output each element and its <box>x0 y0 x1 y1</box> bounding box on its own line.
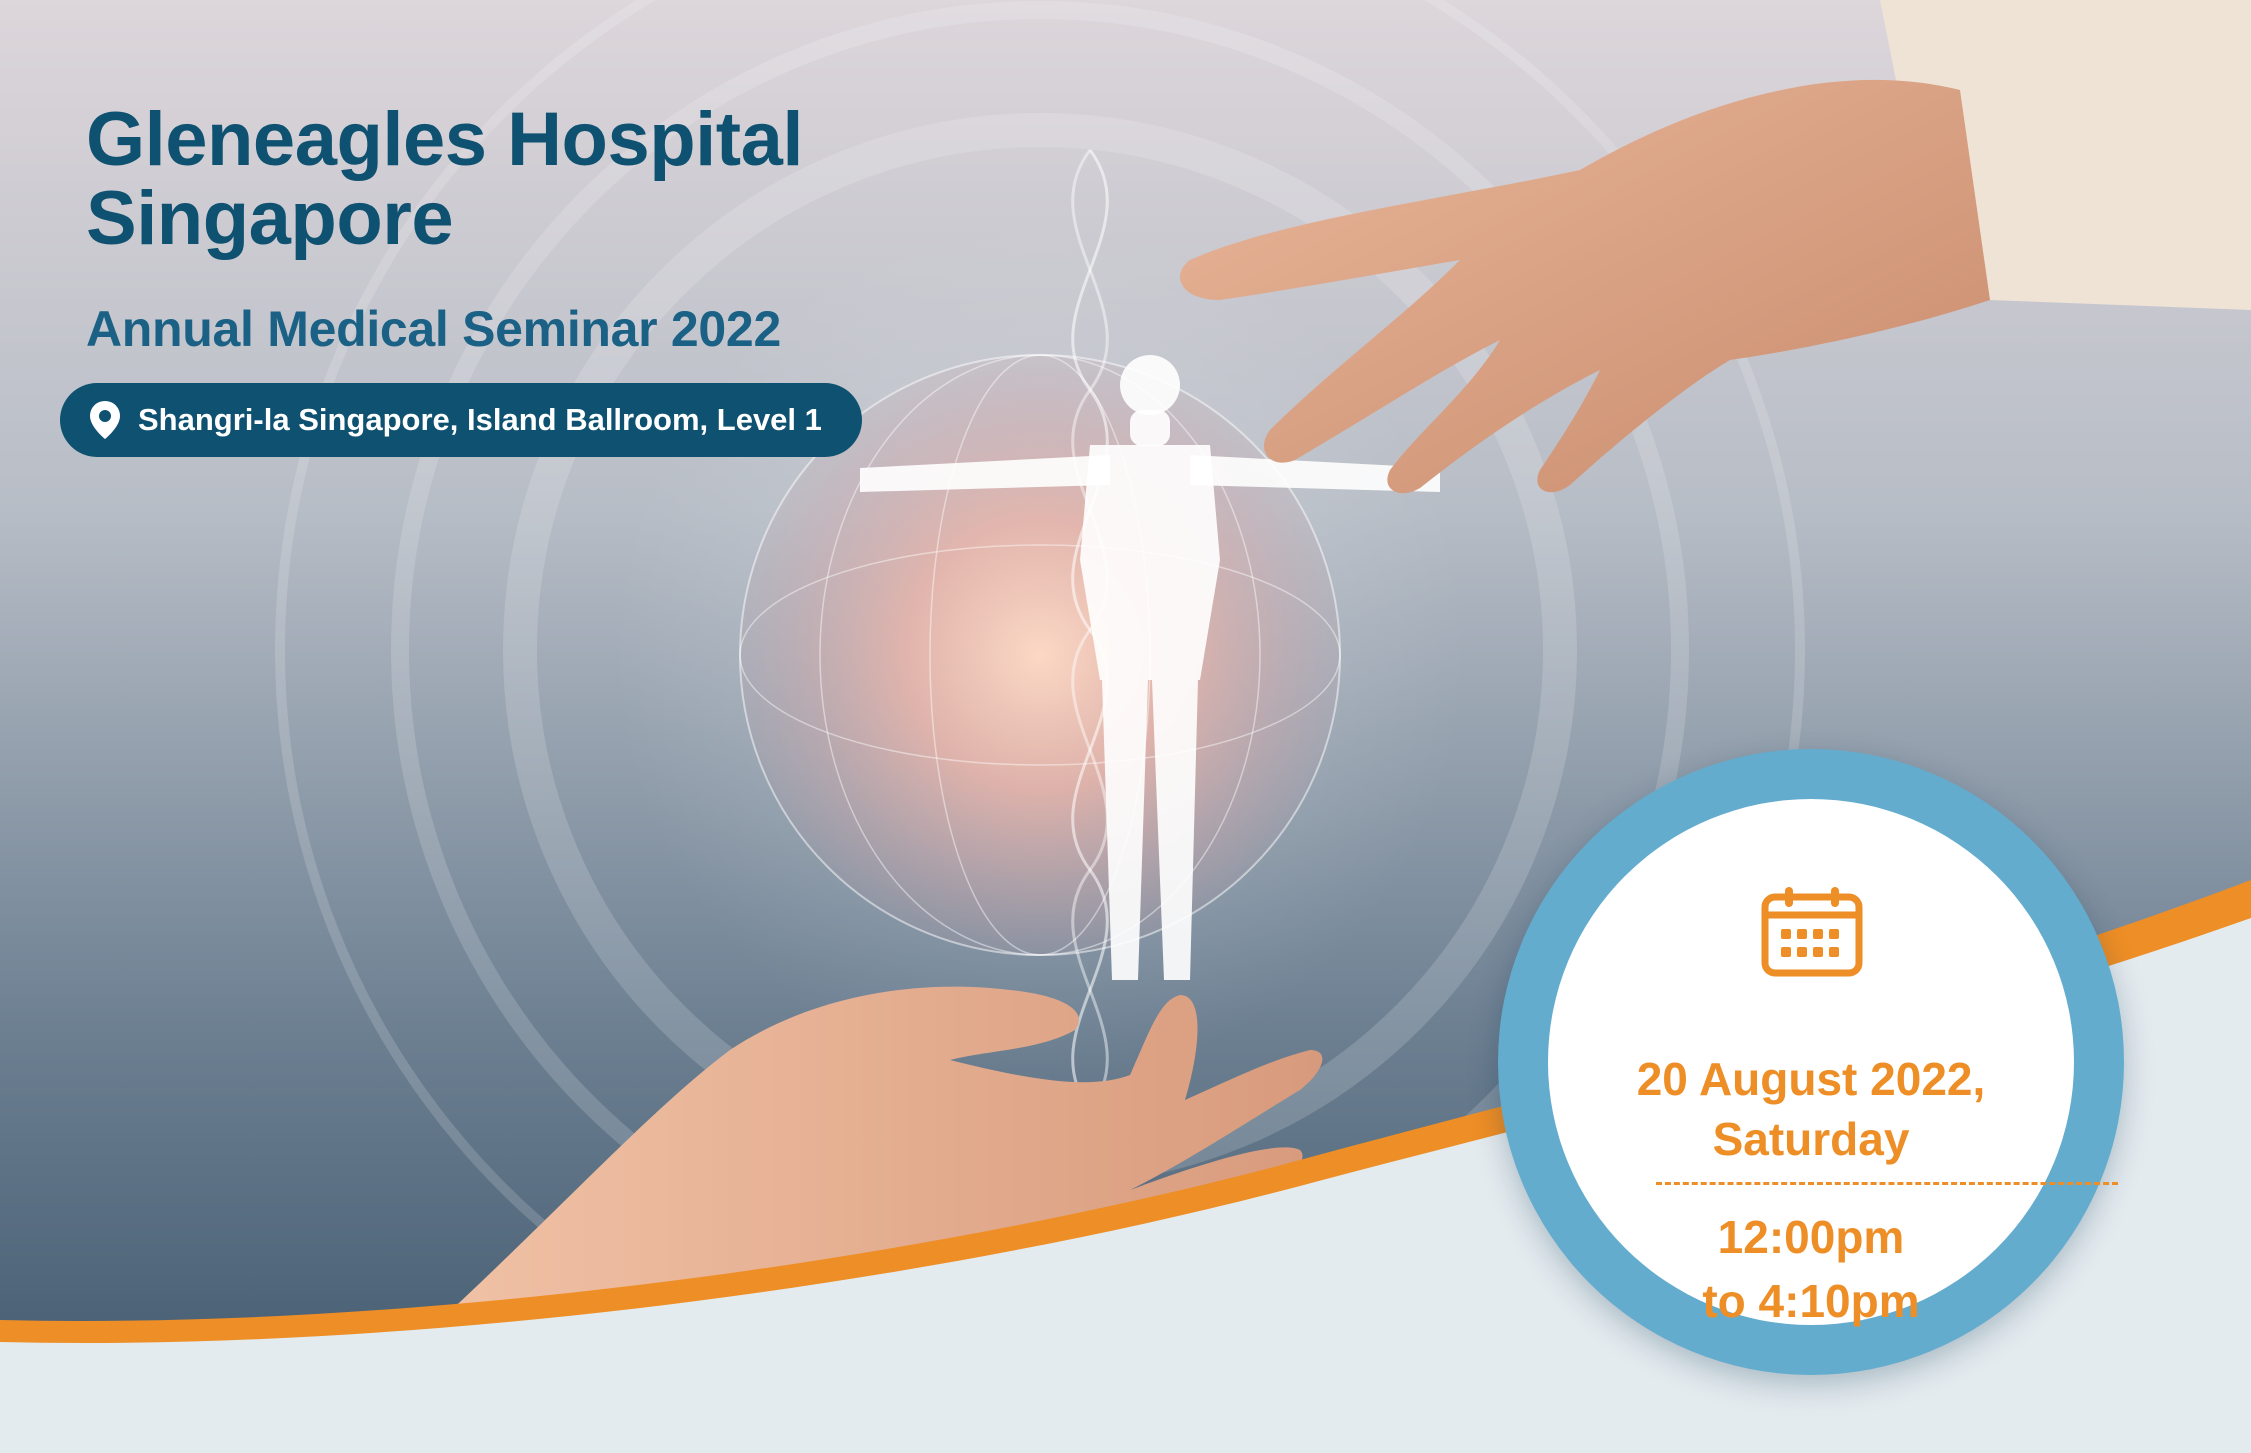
location-text: Shangri-la Singapore, Island Ballroom, L… <box>138 402 822 437</box>
event-day: Saturday <box>1712 1113 1910 1165</box>
date-time-badge: 20 August 2022, Saturday 12:00pm to 4:10… <box>1498 749 2124 1375</box>
date-time-inner: 20 August 2022, Saturday 12:00pm to 4:10… <box>1548 799 2118 1327</box>
event-subtitle: Annual Medical Seminar 2022 <box>86 301 781 357</box>
title-line-2: Singapore <box>86 176 454 262</box>
location-badge: Shangri-la Singapore, Island Ballroom, L… <box>60 383 862 457</box>
dashed-divider <box>1656 1182 2118 1185</box>
calendar-icon <box>1761 887 1863 977</box>
location-pin-icon <box>90 401 120 439</box>
event-time-end: to 4:10pm <box>1702 1275 1920 1327</box>
event-date: 20 August 2022, <box>1636 1053 1986 1105</box>
event-banner: Gleneagles Hospital Singapore Annual Med… <box>0 0 2251 1453</box>
event-time-start: 12:00pm <box>1717 1211 1905 1263</box>
title-line-1: Gleneagles Hospital <box>86 97 803 182</box>
event-title: Gleneagles Hospital Singapore <box>86 100 803 258</box>
